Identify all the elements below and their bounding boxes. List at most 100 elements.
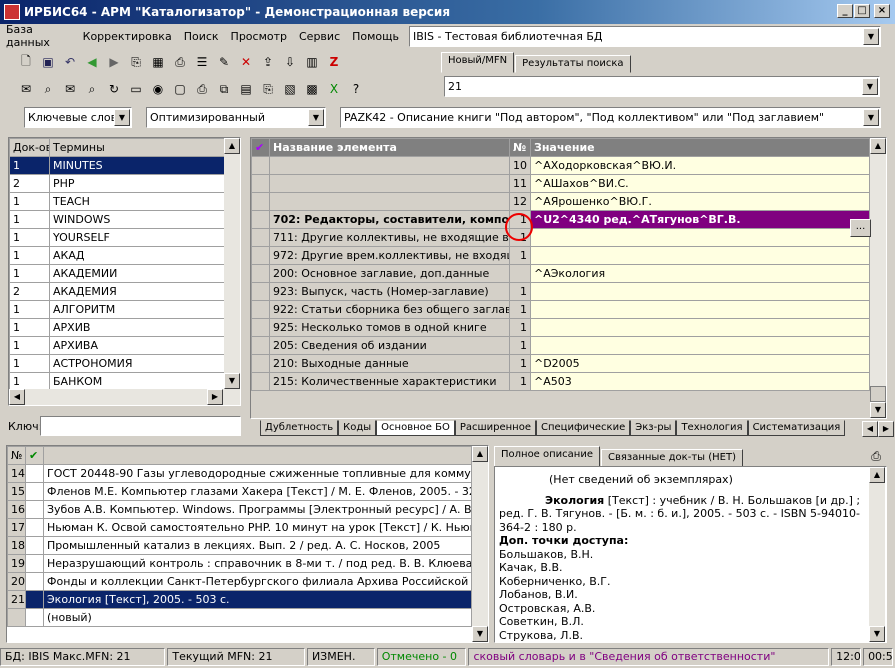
check-icon[interactable]: ✔ bbox=[25, 446, 44, 465]
delete-icon[interactable]: ✕ bbox=[236, 52, 256, 72]
dict-mode-select[interactable]: Ключевые слова ▼ bbox=[24, 107, 132, 128]
scroll-up-icon[interactable]: ▲ bbox=[869, 467, 885, 483]
field-row[interactable]: 10 ^AХодорковская^ВЮ.И. bbox=[251, 156, 870, 175]
maximize-button[interactable]: □ bbox=[854, 4, 870, 18]
tab-linked-docs[interactable]: Связанные док-ты (НЕТ) bbox=[601, 449, 743, 467]
term-row[interactable]: 1 АЛГОРИТМ bbox=[9, 300, 225, 319]
scroll-right-icon[interactable]: ▶ bbox=[207, 389, 223, 405]
export-icon[interactable]: ⇪ bbox=[258, 52, 278, 72]
menu-help[interactable]: Помощь bbox=[346, 30, 405, 43]
fields-scrollbar[interactable]: ▲ ▼ bbox=[870, 138, 886, 418]
record-row[interactable]: 14 ГОСТ 20448-90 Газы углеводородные сжиж… bbox=[7, 464, 472, 483]
ws-tab[interactable]: Коды bbox=[338, 420, 377, 436]
field-row[interactable]: 12 ^AЯрошенко^ВЮ.Г. bbox=[251, 192, 870, 211]
scroll-right-icon[interactable]: ▶ bbox=[878, 421, 894, 437]
field-row[interactable]: 923: Выпуск, часть (Номер-заглавие) 1 bbox=[251, 282, 870, 301]
fields-col-name[interactable]: Название элемента bbox=[269, 138, 510, 157]
field-value[interactable] bbox=[530, 246, 870, 265]
menu-view[interactable]: Просмотр bbox=[225, 30, 293, 43]
window-icon[interactable]: ▢ bbox=[170, 79, 190, 99]
new-doc-icon[interactable]: 🗋 bbox=[16, 52, 36, 72]
record-check[interactable] bbox=[25, 590, 44, 609]
records-scrollbar[interactable]: ▲ ▼ bbox=[472, 446, 488, 642]
find-icon[interactable]: ⌕ bbox=[82, 79, 102, 99]
excel-icon[interactable]: X bbox=[324, 79, 344, 99]
chevron-down-icon[interactable]: ▼ bbox=[308, 109, 324, 126]
ws-tab[interactable]: Систематизация bbox=[747, 420, 846, 436]
scroll-down-icon[interactable]: ▼ bbox=[472, 626, 488, 642]
term-row[interactable]: 1 АРХИВА bbox=[9, 336, 225, 355]
menu-database[interactable]: База данных bbox=[0, 23, 77, 49]
term-row[interactable]: 1 АКАД bbox=[9, 246, 225, 265]
tab-search-results[interactable]: Результаты поиска bbox=[515, 55, 631, 73]
scroll-up-icon[interactable]: ▲ bbox=[472, 446, 488, 462]
scroll-up-icon[interactable]: ▲ bbox=[224, 138, 240, 154]
z3950-icon[interactable]: Z bbox=[324, 52, 344, 72]
copy-icon[interactable]: ⎘ bbox=[126, 52, 146, 72]
desc-scrollbar[interactable]: ▲ ▼ bbox=[869, 467, 885, 642]
chevron-down-icon[interactable]: ▼ bbox=[862, 78, 878, 95]
field-value[interactable] bbox=[530, 228, 870, 247]
chevron-down-icon[interactable]: ▼ bbox=[863, 28, 879, 45]
term-row[interactable]: 1 АКАДЕМИИ bbox=[9, 264, 225, 283]
terms-col-docs[interactable]: Док-ов bbox=[9, 138, 50, 157]
field-value[interactable]: ^D2005 bbox=[530, 354, 870, 373]
field-row[interactable]: 205: Сведения об издании 1 bbox=[251, 336, 870, 355]
forward-icon[interactable]: ▶ bbox=[104, 52, 124, 72]
grid-icon[interactable]: ▦ bbox=[148, 52, 168, 72]
chevron-down-icon[interactable]: ▼ bbox=[863, 109, 879, 126]
field-value[interactable] bbox=[530, 336, 870, 355]
scroll-thumb[interactable] bbox=[870, 386, 886, 402]
barcode-icon[interactable]: ▥ bbox=[302, 52, 322, 72]
record-row[interactable]: 16 Зубов А.В. Компьютер. Windows. Програм… bbox=[7, 500, 472, 519]
help-icon[interactable]: ? bbox=[346, 79, 366, 99]
field-value[interactable]: ^AХодорковская^ВЮ.И. bbox=[530, 156, 870, 175]
terms-col-terms[interactable]: Термины bbox=[49, 138, 225, 157]
field-value[interactable]: ^AШахов^ВИ.С. bbox=[530, 174, 870, 193]
record-check[interactable] bbox=[25, 482, 44, 501]
mail-icon[interactable]: ✉ bbox=[60, 79, 80, 99]
opt-mode-select[interactable]: Оптимизированный ▼ bbox=[146, 107, 326, 128]
fields-col-num[interactable]: № bbox=[509, 138, 531, 157]
term-row[interactable]: 1 YOURSELF bbox=[9, 228, 225, 247]
field-row[interactable]: 11 ^AШахов^ВИ.С. bbox=[251, 174, 870, 193]
ws-tab[interactable]: Расширенное bbox=[454, 420, 536, 436]
record-check[interactable] bbox=[25, 608, 44, 627]
record-check[interactable] bbox=[25, 464, 44, 483]
ellipsis-button[interactable]: ... bbox=[850, 219, 871, 237]
record-row[interactable]: 15 Фленов М.Е. Компьютер глазами Хакера [… bbox=[7, 482, 472, 501]
record-row[interactable]: 20 Фонды и коллекции Санкт-Петербургского… bbox=[7, 572, 472, 591]
printer-icon[interactable]: ⎙ bbox=[192, 79, 212, 99]
record-check[interactable] bbox=[25, 500, 44, 519]
record-row[interactable]: 17 Ньюман К. Освой самостоятельно PHP. 10… bbox=[7, 518, 472, 537]
mfn-input[interactable]: 21 ▼ bbox=[444, 76, 880, 97]
chart-icon[interactable]: ▩ bbox=[302, 79, 322, 99]
scroll-left-icon[interactable]: ◀ bbox=[9, 389, 25, 405]
pages-icon[interactable]: ⧉ bbox=[214, 79, 234, 99]
refresh-icon[interactable]: ↻ bbox=[104, 79, 124, 99]
term-row[interactable]: 1 АСТРОНОМИЯ bbox=[9, 354, 225, 373]
term-row[interactable]: 1 MINUTES bbox=[9, 156, 225, 175]
field-value[interactable]: ^AЭкология bbox=[530, 264, 870, 283]
search-icon[interactable]: ⌕ bbox=[38, 79, 58, 99]
database-select[interactable]: IBIS - Тестовая библиотечная БД ▼ bbox=[409, 26, 881, 47]
field-row[interactable]: 215: Количественные характеристики 1 ^A503 bbox=[251, 372, 870, 391]
field-row[interactable]: 702: Редакторы, составители, композиторы… bbox=[251, 210, 870, 229]
field-value[interactable]: ^AЯрошенко^ВЮ.Г. bbox=[530, 192, 870, 211]
doc-icon[interactable]: ▤ bbox=[236, 79, 256, 99]
field-row[interactable]: 925: Несколько томов в одной книге 1 bbox=[251, 318, 870, 337]
scroll-down-icon[interactable]: ▼ bbox=[869, 626, 885, 642]
undo-icon[interactable]: ↶ bbox=[60, 52, 80, 72]
key-input[interactable] bbox=[40, 416, 241, 436]
record-row[interactable]: (новый) bbox=[7, 608, 472, 627]
record-row[interactable]: 19 Неразрушающий контроль : справочник в … bbox=[7, 554, 472, 573]
term-row[interactable]: 1 TEACH bbox=[9, 192, 225, 211]
back-icon[interactable]: ◀ bbox=[82, 52, 102, 72]
comment-icon[interactable]: ✉ bbox=[16, 79, 36, 99]
record-check[interactable] bbox=[25, 536, 44, 555]
field-row[interactable]: 200: Основное заглавие, доп.данные ^AЭкол… bbox=[251, 264, 870, 283]
chevron-down-icon[interactable]: ▼ bbox=[114, 109, 130, 126]
field-row[interactable]: 711: Другие коллективы, не входящие в за… bbox=[251, 228, 870, 247]
term-row[interactable]: 1 БАНКОМ bbox=[9, 372, 225, 391]
field-row[interactable]: 972: Другие врем.коллективы, не входящие… bbox=[251, 246, 870, 265]
